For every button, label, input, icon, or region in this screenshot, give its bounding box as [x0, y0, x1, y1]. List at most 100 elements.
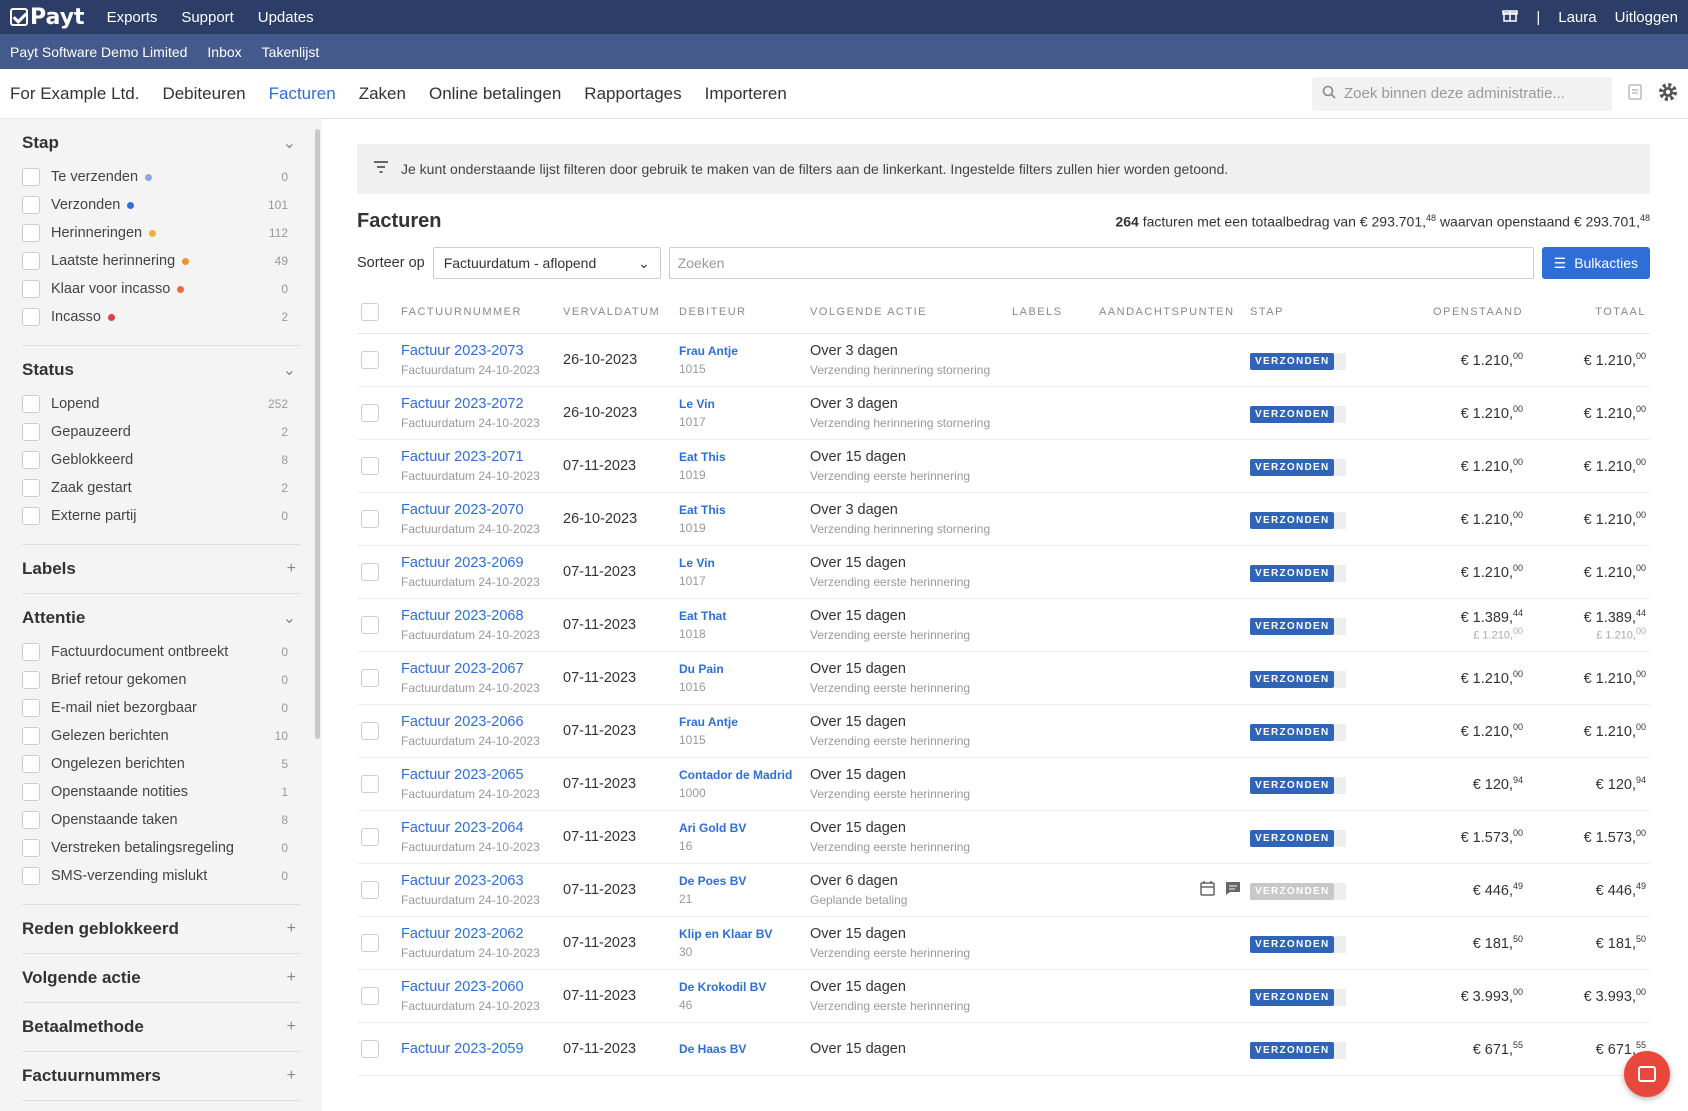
- table-row[interactable]: Factuur 2023-2072 Factuurdatum 24-10-2023…: [357, 386, 1650, 440]
- nav-importeren[interactable]: Importeren: [705, 84, 787, 104]
- nav-facturen[interactable]: Facturen: [269, 84, 336, 104]
- calendar-icon[interactable]: [1199, 880, 1216, 900]
- chevron-down-icon[interactable]: ⌄: [283, 360, 296, 380]
- nav-company[interactable]: For Example Ltd.: [10, 84, 139, 104]
- invoice-link[interactable]: Factuur 2023-2067: [401, 661, 555, 677]
- section-header[interactable]: Status ⌄: [22, 360, 300, 380]
- table-row[interactable]: Factuur 2023-2068 Factuurdatum 24-10-2023…: [357, 598, 1650, 652]
- plus-icon[interactable]: +: [287, 969, 296, 987]
- invoice-link[interactable]: Factuur 2023-2060: [401, 979, 555, 995]
- invoice-link[interactable]: Factuur 2023-2066: [401, 714, 555, 730]
- invoice-link[interactable]: Factuur 2023-2072: [401, 396, 555, 412]
- subnav-company[interactable]: Payt Software Demo Limited: [10, 44, 187, 60]
- filter-item[interactable]: Laatste herinnering 49: [22, 247, 300, 275]
- message-icon[interactable]: [1224, 880, 1242, 900]
- invoice-link[interactable]: Factuur 2023-2069: [401, 555, 555, 571]
- table-row[interactable]: Factuur 2023-2064 Factuurdatum 24-10-2023…: [357, 810, 1650, 864]
- filter-item[interactable]: Openstaande taken 8: [22, 806, 300, 834]
- section-header[interactable]: Labels +: [22, 559, 300, 579]
- filter-checkbox[interactable]: [22, 308, 40, 326]
- debtor-link[interactable]: Frau Antje: [679, 715, 802, 729]
- row-checkbox[interactable]: [361, 722, 379, 740]
- filter-item[interactable]: Klaar voor incasso 0: [22, 275, 300, 303]
- filter-checkbox[interactable]: [22, 643, 40, 661]
- row-checkbox[interactable]: [361, 828, 379, 846]
- row-checkbox[interactable]: [361, 616, 379, 634]
- user-name[interactable]: Laura: [1558, 9, 1596, 26]
- gift-icon[interactable]: [1502, 7, 1519, 27]
- invoice-link[interactable]: Factuur 2023-2068: [401, 608, 555, 624]
- col-stap[interactable]: STAP: [1246, 291, 1356, 334]
- row-checkbox[interactable]: [361, 775, 379, 793]
- debtor-link[interactable]: Ari Gold BV: [679, 821, 802, 835]
- debtor-link[interactable]: Klip en Klaar BV: [679, 927, 802, 941]
- debtor-link[interactable]: Contador de Madrid: [679, 768, 802, 782]
- debtor-link[interactable]: Frau Antje: [679, 344, 802, 358]
- chevron-down-icon[interactable]: ⌄: [283, 133, 296, 153]
- invoice-link[interactable]: Factuur 2023-2073: [401, 343, 555, 359]
- nav-updates[interactable]: Updates: [258, 9, 314, 26]
- document-icon[interactable]: [1626, 83, 1644, 104]
- table-row[interactable]: Factuur 2023-2069 Factuurdatum 24-10-2023…: [357, 545, 1650, 599]
- invoice-link[interactable]: Factuur 2023-2065: [401, 767, 555, 783]
- chat-button[interactable]: [1624, 1051, 1670, 1097]
- filter-item[interactable]: Gepauzeerd 2: [22, 418, 300, 446]
- table-search-input[interactable]: Zoeken: [668, 247, 1534, 279]
- filter-checkbox[interactable]: [22, 395, 40, 413]
- filter-checkbox[interactable]: [22, 451, 40, 469]
- filter-item[interactable]: Lopend 252: [22, 390, 300, 418]
- col-vervaldatum[interactable]: VERVALDATUM: [559, 291, 675, 334]
- row-checkbox[interactable]: [361, 1040, 379, 1058]
- debtor-link[interactable]: De Haas BV: [679, 1042, 802, 1056]
- invoice-link[interactable]: Factuur 2023-2063: [401, 873, 555, 889]
- filter-checkbox[interactable]: [22, 280, 40, 298]
- row-checkbox[interactable]: [361, 669, 379, 687]
- subnav-takenlijst[interactable]: Takenlijst: [262, 44, 320, 60]
- filter-checkbox[interactable]: [22, 699, 40, 717]
- debtor-link[interactable]: Le Vin: [679, 397, 802, 411]
- row-checkbox[interactable]: [361, 934, 379, 952]
- table-row[interactable]: Factuur 2023-2059 07-11-2023 De Haas BV Ove…: [357, 1022, 1650, 1076]
- section-header[interactable]: Stap ⌄: [22, 133, 300, 153]
- filter-item[interactable]: Ongelezen berichten 5: [22, 750, 300, 778]
- filter-item[interactable]: Factuurdocument ontbreekt 0: [22, 638, 300, 666]
- filter-item[interactable]: Herinneringen 112: [22, 219, 300, 247]
- filter-checkbox[interactable]: [22, 839, 40, 857]
- table-row[interactable]: Factuur 2023-2071 Factuurdatum 24-10-2023…: [357, 439, 1650, 493]
- filter-item[interactable]: Verstreken betalingsregeling 0: [22, 834, 300, 862]
- logout-link[interactable]: Uitloggen: [1615, 9, 1678, 26]
- debtor-link[interactable]: De Poes BV: [679, 874, 802, 888]
- filter-checkbox[interactable]: [22, 224, 40, 242]
- sort-select[interactable]: Factuurdatum - aflopend ⌄: [432, 247, 661, 279]
- filter-item[interactable]: Zaak gestart 2: [22, 474, 300, 502]
- subnav-inbox[interactable]: Inbox: [207, 44, 241, 60]
- invoice-link[interactable]: Factuur 2023-2059: [401, 1041, 555, 1057]
- debtor-link[interactable]: Le Vin: [679, 556, 802, 570]
- table-row[interactable]: Factuur 2023-2073 Factuurdatum 24-10-2023…: [357, 333, 1650, 387]
- debtor-link[interactable]: Eat This: [679, 450, 802, 464]
- filter-checkbox[interactable]: [22, 671, 40, 689]
- col-totaal[interactable]: TOTAAL: [1527, 291, 1650, 334]
- col-volgende-actie[interactable]: VOLGENDE ACTIE: [806, 291, 1008, 334]
- plus-icon[interactable]: +: [287, 560, 296, 578]
- row-checkbox[interactable]: [361, 457, 379, 475]
- nav-zaken[interactable]: Zaken: [359, 84, 406, 104]
- row-checkbox[interactable]: [361, 881, 379, 899]
- filter-item[interactable]: Openstaande notities 1: [22, 778, 300, 806]
- table-row[interactable]: Factuur 2023-2063 Factuurdatum 24-10-2023…: [357, 863, 1650, 917]
- filter-checkbox[interactable]: [22, 867, 40, 885]
- debtor-link[interactable]: Eat That: [679, 609, 802, 623]
- col-openstaand[interactable]: OPENSTAAND: [1356, 291, 1528, 334]
- plus-icon[interactable]: +: [287, 1067, 296, 1085]
- filter-checkbox[interactable]: [22, 168, 40, 186]
- section-header[interactable]: Betaalmethode +: [22, 1017, 300, 1037]
- filter-item[interactable]: Te verzenden 0: [22, 163, 300, 191]
- select-all-checkbox[interactable]: [361, 303, 379, 321]
- row-checkbox[interactable]: [361, 987, 379, 1005]
- invoice-link[interactable]: Factuur 2023-2064: [401, 820, 555, 836]
- plus-icon[interactable]: +: [287, 920, 296, 938]
- bulk-actions-button[interactable]: ☰ Bulkacties: [1541, 247, 1650, 279]
- filter-checkbox[interactable]: [22, 507, 40, 525]
- invoice-link[interactable]: Factuur 2023-2070: [401, 502, 555, 518]
- filter-item[interactable]: Verzonden 101: [22, 191, 300, 219]
